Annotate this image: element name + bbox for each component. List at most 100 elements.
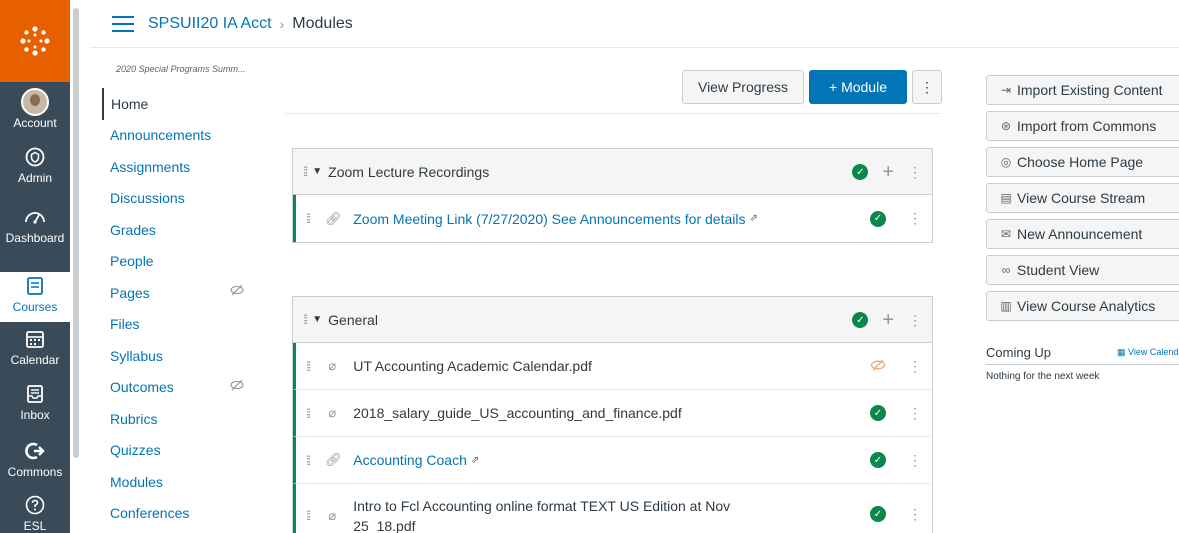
course-nav-discussions[interactable]: Discussions	[102, 183, 262, 215]
course-sidebar: ⇥ Import Existing Content ⊛ Import from …	[986, 75, 1179, 327]
megaphone-icon: ✉	[1000, 227, 1012, 241]
drag-handle-icon[interactable]: ⁞⁞	[306, 453, 311, 468]
course-nav: 2020 Special Programs Summ... Home Annou…	[102, 64, 262, 529]
course-nav-assignments[interactable]: Assignments	[102, 151, 262, 183]
hamburger-menu-icon[interactable]	[112, 15, 134, 32]
course-nav-people[interactable]: People	[102, 246, 262, 278]
breadcrumb: SPSUII20 IA Acct › Modules	[148, 15, 353, 33]
module-header[interactable]: ⁞⁞ ▼ Zoom Lecture Recordings ✓ + ⋮	[293, 149, 932, 195]
published-check-icon[interactable]: ✓	[870, 210, 886, 227]
course-nav-rubrics[interactable]: Rubrics	[102, 403, 262, 435]
drag-handle-icon[interactable]: ⁞⁞	[303, 312, 308, 327]
eye-slash-icon	[230, 379, 244, 394]
published-check-icon[interactable]: ✓	[852, 312, 869, 328]
view-progress-button[interactable]: View Progress	[682, 70, 804, 104]
user-avatar-icon	[21, 88, 49, 116]
module-item: ⁞⁞ 🔗︎ Zoom Meeting Link (7/27/2020) See …	[293, 195, 932, 242]
published-check-icon[interactable]: ✓	[870, 506, 886, 522]
course-term: 2020 Special Programs Summ...	[116, 64, 246, 74]
view-course-analytics-button[interactable]: ▥ View Course Analytics	[986, 291, 1179, 321]
module-header[interactable]: ⁞⁞ ▼ General ✓ + ⋮	[293, 297, 932, 343]
canvas-logo-icon[interactable]	[0, 0, 70, 82]
nav-admin-label: Admin	[17, 171, 52, 185]
import-from-commons-button[interactable]: ⊛ Import from Commons	[986, 111, 1179, 141]
module-item-title[interactable]: Zoom Meeting Link (7/27/2020) See Announ…	[353, 211, 745, 227]
nav-admin[interactable]: Admin	[0, 146, 70, 185]
course-nav-syllabus[interactable]: Syllabus	[102, 340, 262, 372]
more-options-button[interactable]: ⋮	[912, 70, 942, 104]
view-calendar-link[interactable]: ▦ View Calendar	[1117, 347, 1179, 358]
course-nav-quizzes[interactable]: Quizzes	[102, 435, 262, 467]
import-existing-content-button[interactable]: ⇥ Import Existing Content	[986, 75, 1179, 105]
module-kebab-icon[interactable]: ⋮	[908, 164, 922, 181]
add-item-icon[interactable]: +	[882, 162, 894, 182]
unpublished-eye-slash-icon[interactable]	[870, 358, 886, 374]
caret-down-icon[interactable]: ▼	[312, 166, 322, 177]
drag-handle-icon[interactable]: ⁞⁞	[306, 508, 311, 523]
module-item-title[interactable]: UT Accounting Academic Calendar.pdf	[353, 358, 592, 374]
breadcrumb-course-link[interactable]: SPSUII20 IA Acct	[148, 15, 272, 33]
nav-commons[interactable]: Commons	[0, 440, 70, 479]
nav-inbox[interactable]: Inbox	[0, 383, 70, 422]
coming-up-panel: Coming Up ▦ View Calendar Nothing for th…	[986, 345, 1179, 382]
course-nav-home[interactable]: Home	[102, 88, 262, 120]
button-label: View Course Analytics	[1017, 298, 1156, 314]
commons-arrow-icon	[24, 440, 46, 462]
module-general: ⁞⁞ ▼ General ✓ + ⋮ ⁞⁞ ⌀ UT Accounting Ac…	[292, 296, 933, 533]
new-announcement-button[interactable]: ✉ New Announcement	[986, 219, 1179, 249]
page-header: SPSUII20 IA Acct › Modules	[90, 0, 1179, 48]
nav-calendar[interactable]: Calendar	[0, 328, 70, 367]
commons-icon: ⊛	[1000, 119, 1012, 133]
course-nav-announcements[interactable]: Announcements	[102, 120, 262, 152]
module-item: ⁞⁞ ⌀ UT Accounting Academic Calendar.pdf…	[293, 343, 932, 390]
attachment-icon: ⌀	[328, 358, 337, 373]
published-check-icon[interactable]: ✓	[852, 164, 869, 180]
analytics-icon: ▥	[1000, 299, 1012, 313]
view-course-stream-button[interactable]: ▤ View Course Stream	[986, 183, 1179, 213]
module-kebab-icon[interactable]: ⋮	[908, 312, 922, 329]
item-kebab-icon[interactable]: ⋮	[908, 452, 922, 469]
breadcrumb-separator: ›	[279, 15, 285, 32]
glasses-icon: ∞	[1001, 263, 1011, 277]
module-item-title[interactable]: Intro to Fcl Accounting online format TE…	[353, 496, 783, 533]
nav-courses[interactable]: Courses	[0, 272, 70, 322]
item-kebab-icon[interactable]: ⋮	[908, 405, 922, 422]
module-item-title[interactable]: Accounting Coach	[353, 452, 467, 468]
module-item: ⁞⁞ ⌀ Intro to Fcl Accounting online form…	[293, 484, 932, 533]
choose-home-page-button[interactable]: ◎ Choose Home Page	[986, 147, 1179, 177]
item-kebab-icon[interactable]: ⋮	[908, 506, 922, 523]
caret-down-icon[interactable]: ▼	[312, 314, 322, 325]
add-module-button[interactable]: + Module	[809, 70, 907, 104]
nav-inbox-label: Inbox	[20, 408, 50, 422]
button-label: Choose Home Page	[1017, 154, 1144, 170]
course-nav-files[interactable]: Files	[102, 309, 262, 341]
modules-toolbar: View Progress + Module ⋮	[682, 70, 942, 104]
drag-handle-icon[interactable]: ⁞⁞	[306, 406, 311, 421]
course-nav-conferences[interactable]: Conferences	[102, 498, 262, 530]
drag-handle-icon[interactable]: ⁞⁞	[306, 211, 311, 226]
nav-calendar-label: Calendar	[10, 353, 60, 367]
nav-courses-label: Courses	[12, 300, 58, 314]
drag-handle-icon[interactable]: ⁞⁞	[303, 164, 308, 179]
breadcrumb-current: Modules	[292, 14, 353, 32]
published-check-icon[interactable]: ✓	[870, 405, 886, 421]
nav-scrollbar[interactable]	[73, 8, 79, 458]
item-kebab-icon[interactable]: ⋮	[908, 358, 922, 375]
nav-account-label: Account	[13, 116, 57, 130]
drag-handle-icon[interactable]: ⁞⁞	[306, 359, 311, 374]
module-item-title[interactable]: 2018_salary_guide_US_accounting_and_fina…	[353, 405, 681, 421]
add-item-icon[interactable]: +	[882, 310, 894, 330]
link-icon: 🔗︎	[325, 452, 342, 467]
nav-dashboard[interactable]: Dashboard	[0, 206, 70, 245]
course-nav-modules[interactable]: Modules	[102, 466, 262, 498]
nav-account[interactable]: Account	[0, 88, 70, 130]
item-kebab-icon[interactable]: ⋮	[908, 210, 922, 227]
nav-esl[interactable]: ESL	[0, 494, 70, 533]
import-icon: ⇥	[1000, 83, 1012, 97]
module-title: Zoom Lecture Recordings	[328, 163, 490, 180]
nav-esl-label: ESL	[23, 519, 47, 533]
course-nav-grades[interactable]: Grades	[102, 214, 262, 246]
student-view-button[interactable]: ∞ Student View	[986, 255, 1179, 285]
item-actions: ✓ ⋮	[870, 390, 922, 436]
published-check-icon[interactable]: ✓	[870, 452, 886, 468]
